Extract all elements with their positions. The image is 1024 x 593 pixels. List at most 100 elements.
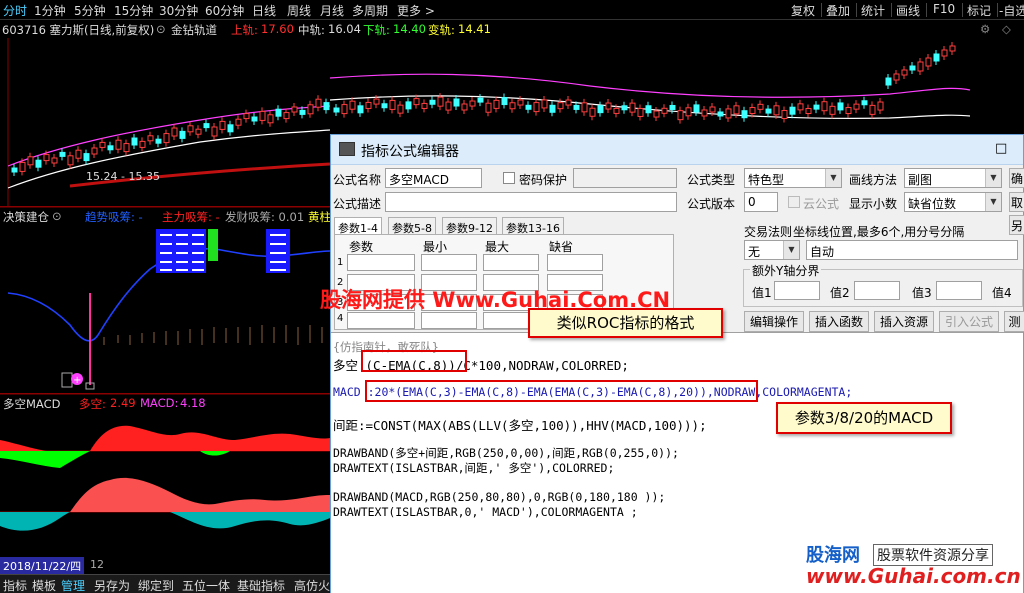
period-tab-multi[interactable]: 多周期 [352, 2, 388, 19]
param-1-name[interactable] [347, 254, 415, 271]
period-tab-1min[interactable]: 1分钟 [34, 2, 66, 19]
watchlist-button[interactable]: -自选 [999, 2, 1024, 19]
param-1-min[interactable] [421, 254, 477, 271]
decision-chart-svg: + [0, 207, 330, 390]
name-input[interactable]: 多空MACD [385, 168, 482, 188]
desc-input[interactable] [385, 192, 677, 212]
indicator-name[interactable]: 金钻轨道 [171, 22, 217, 38]
candle-body [589, 107, 596, 117]
tab-bind[interactable]: 绑定到 [138, 577, 174, 593]
maximize-icon[interactable]: □ [995, 141, 1007, 156]
type-select[interactable]: 特色型 ▼ [744, 168, 842, 188]
watermark-slogan: 股票软件资源分享 [873, 544, 993, 566]
decision-dropdown-icon[interactable]: ⊙ [52, 209, 62, 223]
code-line-6: DRAWBAND(MACD,RGB(250,80,80),0,RGB(0,180… [333, 490, 666, 504]
adjust-button[interactable]: 复权 [791, 2, 815, 19]
name-label: 公式名称 [333, 173, 382, 187]
candle-body [315, 98, 322, 108]
password-checkbox[interactable] [503, 172, 515, 184]
period-tab-15min[interactable]: 15分钟 [114, 2, 153, 19]
decimal-select[interactable]: 缺省位数 ▼ [904, 192, 1002, 212]
stats-button[interactable]: 统计 [861, 2, 885, 19]
candle-body [581, 102, 588, 113]
candle-body [901, 69, 908, 76]
tab-indicator[interactable]: 指标 [3, 577, 27, 593]
candle-body [461, 103, 468, 111]
candle-body [821, 101, 828, 112]
tab-basic[interactable]: 基础指标 [237, 577, 285, 593]
settings-icon[interactable]: ⚙ [980, 22, 990, 36]
val3-input[interactable] [936, 281, 982, 300]
f10-button[interactable]: F10 [933, 2, 955, 16]
val4-label: 值4 [992, 286, 1012, 300]
axis-input[interactable]: 自动 [806, 240, 1018, 260]
candle-body [365, 101, 372, 109]
period-tab-daily[interactable]: 日线 [252, 2, 276, 19]
candle-body [629, 102, 636, 113]
mark-button[interactable]: 标记 [967, 2, 991, 19]
var-label: 变轨: [428, 23, 455, 37]
code-line-3: 间距:=CONST(MAX(ABS(LLV(多空,100)),HHV(MACD,… [333, 418, 707, 433]
param-row-1: 1 [337, 257, 344, 268]
password-input[interactable] [573, 168, 677, 188]
period-tab-timeshare[interactable]: 分时 [3, 2, 27, 19]
tab-saveas[interactable]: 另存为 [94, 577, 130, 593]
candle-body [333, 107, 340, 113]
candle-body [429, 99, 436, 105]
candle-body [757, 103, 764, 110]
candle-body [557, 102, 564, 110]
candle-body [861, 100, 868, 106]
more-icon[interactable]: ◇ [1002, 22, 1011, 36]
upper-label: 上轨: [231, 23, 258, 37]
candle-body [597, 105, 604, 114]
saveas-button[interactable]: 另 [1009, 215, 1024, 235]
code-line-7: DRAWTEXT(ISLASTBAR,0,' MACD'),COLORMAGEN… [333, 505, 638, 519]
val2-input[interactable] [854, 281, 900, 300]
period-tab-5min[interactable]: 5分钟 [74, 2, 106, 19]
test-button[interactable]: 测 [1004, 311, 1024, 332]
candle-body [203, 123, 210, 129]
candle-body [645, 105, 652, 114]
candle-body [669, 104, 676, 110]
val1-input[interactable] [774, 281, 820, 300]
tab-five[interactable]: 五位一体 [182, 577, 230, 593]
period-tab-60min[interactable]: 60分钟 [205, 2, 244, 19]
period-tab-monthly[interactable]: 月线 [320, 2, 344, 19]
dialog-title: 指标公式编辑器 [361, 144, 459, 160]
trade-select[interactable]: 无 ▼ [744, 240, 800, 260]
ok-button[interactable]: 确 [1009, 168, 1024, 188]
tab-gaofang[interactable]: 高仿火 [294, 577, 330, 593]
insert-resource-button[interactable]: 插入资源 [874, 311, 934, 332]
overlay-button[interactable]: 叠加 [826, 2, 850, 19]
candle-body [733, 105, 740, 115]
param-4-name[interactable] [347, 312, 415, 329]
draw-select[interactable]: 副图 ▼ [904, 168, 1002, 188]
tab-manage[interactable]: 管理 [61, 577, 85, 593]
candle-body [941, 49, 948, 57]
candle-body [35, 159, 42, 168]
import-formula-button[interactable]: 引入公式 [939, 311, 999, 332]
param-1-max[interactable] [483, 254, 539, 271]
cancel-button[interactable]: 取 [1009, 192, 1024, 212]
candle-body [283, 112, 290, 120]
chevron-down-icon: ▼ [985, 169, 1001, 187]
draw-button[interactable]: 画线 [896, 2, 920, 19]
tab-template[interactable]: 模板 [32, 577, 56, 593]
param-4-min[interactable] [421, 312, 477, 329]
param-1-default[interactable] [547, 254, 603, 271]
trend-label: 趋势吸筹: - [85, 210, 143, 224]
indicator-dropdown-icon[interactable]: ⊙ [156, 22, 166, 36]
cloud-checkbox[interactable] [788, 196, 800, 208]
period-tab-30min[interactable]: 30分钟 [159, 2, 198, 19]
period-tab-more[interactable]: 更多 > [397, 2, 435, 19]
dk-value: 2.49 [110, 396, 136, 410]
cloud-label: 云公式 [803, 197, 840, 211]
candle-body [323, 102, 330, 111]
candle-body [267, 114, 274, 124]
period-tab-weekly[interactable]: 周线 [287, 2, 311, 19]
edit-ops-button[interactable]: 编辑操作 [744, 311, 804, 332]
password-label: 密码保护 [519, 173, 568, 187]
param-header-name: 参数 [349, 240, 374, 254]
version-input[interactable]: 0 [744, 192, 778, 212]
insert-function-button[interactable]: 插入函数 [809, 311, 869, 332]
